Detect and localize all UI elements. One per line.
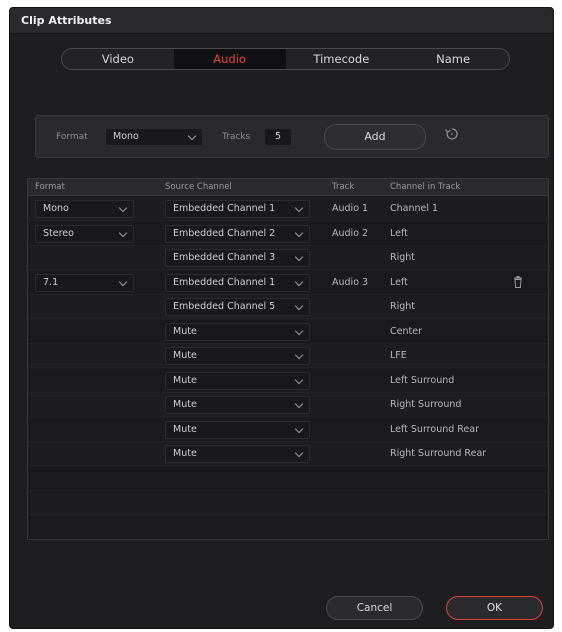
source-channel-value: Mute (173, 350, 197, 361)
chevron-down-icon (294, 228, 304, 237)
reset-icon[interactable] (444, 126, 460, 142)
table-row: Stereo Embedded Channel 2 Audio 2 Left (28, 222, 548, 247)
source-channel-value: Embedded Channel 1 (173, 203, 276, 214)
source-channel-value: Embedded Channel 3 (173, 252, 276, 263)
row-format-dropdown[interactable]: Mono (35, 200, 134, 218)
source-channel-value: Embedded Channel 2 (173, 227, 276, 239)
channel-in-track: Right Surround Rear (390, 448, 487, 459)
channel-in-track: Center (390, 325, 422, 337)
source-channel-dropdown[interactable]: Embedded Channel 5 (165, 298, 310, 316)
cancel-button[interactable]: Cancel (326, 596, 423, 620)
source-channel-dropdown[interactable]: Mute (165, 322, 310, 341)
source-channel-dropdown[interactable]: Embedded Channel 2 (165, 224, 310, 243)
table-row: Mute Left Surround (28, 369, 548, 394)
table-row: Mute Left Surround Rear (28, 418, 548, 443)
ok-button[interactable]: OK (446, 596, 543, 620)
chevron-down-icon (294, 399, 304, 409)
chevron-down-icon (118, 228, 128, 237)
row-format-value: Stereo (43, 227, 74, 239)
chevron-down-icon (294, 424, 304, 433)
source-channel-value: Mute (173, 399, 197, 410)
track-name: Audio 3 (332, 276, 369, 288)
source-channel-dropdown[interactable]: Mute (165, 420, 310, 439)
trash-icon[interactable] (513, 275, 523, 288)
source-channel-dropdown[interactable]: Mute (165, 396, 310, 414)
table-row: Mute Right Surround Rear (28, 442, 548, 467)
source-channel-value: Mute (173, 448, 197, 459)
header-format: Format (35, 182, 65, 192)
source-channel-dropdown[interactable]: Embedded Channel 1 (165, 200, 310, 218)
tab-bar: Video Audio Timecode Name (61, 48, 510, 70)
table-row: Mono Embedded Channel 1 Audio 1 Channel 1 (28, 197, 548, 222)
format-label: Format (56, 132, 88, 142)
source-channel-dropdown[interactable]: Mute (165, 347, 310, 365)
chevron-down-icon (294, 375, 304, 384)
chevron-down-icon (118, 203, 128, 213)
table-row: 7.1 Embedded Channel 1 Audio 3 Left (28, 271, 548, 296)
tracks-label: Tracks (222, 132, 251, 142)
channel-in-track: Left Surround (390, 374, 455, 386)
clip-attributes-dialog: Clip Attributes Video Audio Timecode Nam… (9, 7, 554, 629)
tracks-input[interactable]: 5 (264, 128, 292, 146)
source-channel-dropdown[interactable]: Mute (165, 445, 310, 463)
track-name: Audio 1 (332, 203, 369, 214)
table-header: Format Source Channel Track Channel in T… (28, 179, 548, 196)
channel-in-track: Left (390, 276, 408, 288)
channel-in-track: LFE (390, 350, 407, 361)
chevron-down-icon (294, 301, 304, 311)
source-channel-value: Mute (173, 374, 197, 386)
source-channel-value: Mute (173, 325, 197, 337)
tab-audio[interactable]: Audio (173, 49, 286, 69)
format-dropdown-value: Mono (113, 131, 139, 142)
channel-in-track: Right (390, 252, 416, 263)
chevron-down-icon (294, 326, 304, 335)
chevron-down-icon (118, 277, 128, 286)
source-channel-value: Embedded Channel 5 (173, 301, 276, 312)
track-name: Audio 2 (332, 227, 369, 239)
table-row: Mute Right Surround (28, 393, 548, 418)
source-channel-value: Mute (173, 423, 197, 435)
row-format-dropdown[interactable]: 7.1 (35, 273, 134, 292)
header-track: Track (332, 182, 355, 192)
header-source-channel: Source Channel (165, 182, 232, 192)
table-row: Mute LFE (28, 344, 548, 369)
row-format-value: 7.1 (43, 276, 59, 288)
table-row: Embedded Channel 5 Right (28, 295, 548, 320)
add-button[interactable]: Add (324, 124, 426, 150)
channel-in-track: Left (390, 227, 408, 239)
source-channel-dropdown[interactable]: Embedded Channel 1 (165, 273, 310, 292)
format-dropdown[interactable]: Mono (105, 128, 203, 146)
table-row-background (28, 515, 548, 539)
dialog-title: Clip Attributes (10, 8, 553, 34)
channel-in-track: Right (390, 301, 416, 312)
chevron-down-icon (294, 203, 304, 213)
chevron-down-icon (294, 350, 304, 360)
row-format-dropdown[interactable]: Stereo (35, 224, 134, 243)
table-row-background (28, 466, 548, 491)
tab-name[interactable]: Name (397, 49, 509, 69)
chevron-down-icon (294, 448, 304, 458)
channel-in-track: Right Surround (390, 399, 462, 410)
tab-video[interactable]: Video (62, 49, 174, 69)
chevron-down-icon (187, 131, 197, 141)
table-row: Embedded Channel 3 Right (28, 246, 548, 271)
source-channel-value: Embedded Channel 1 (173, 276, 276, 288)
table-row: Mute Center (28, 320, 548, 345)
tab-timecode[interactable]: Timecode (286, 49, 398, 69)
header-channel-in-track: Channel in Track (390, 182, 461, 192)
table-row-background (28, 491, 548, 515)
source-channel-dropdown[interactable]: Mute (165, 371, 310, 390)
source-channel-dropdown[interactable]: Embedded Channel 3 (165, 249, 310, 267)
channel-in-track: Channel 1 (390, 203, 439, 214)
add-track-panel: Format Mono Tracks 5 Add (35, 115, 549, 158)
channel-in-track: Left Surround Rear (390, 423, 480, 435)
chevron-down-icon (294, 252, 304, 262)
row-format-value: Mono (43, 203, 69, 214)
channel-mapping-table: Format Source Channel Track Channel in T… (27, 178, 549, 540)
chevron-down-icon (294, 277, 304, 286)
